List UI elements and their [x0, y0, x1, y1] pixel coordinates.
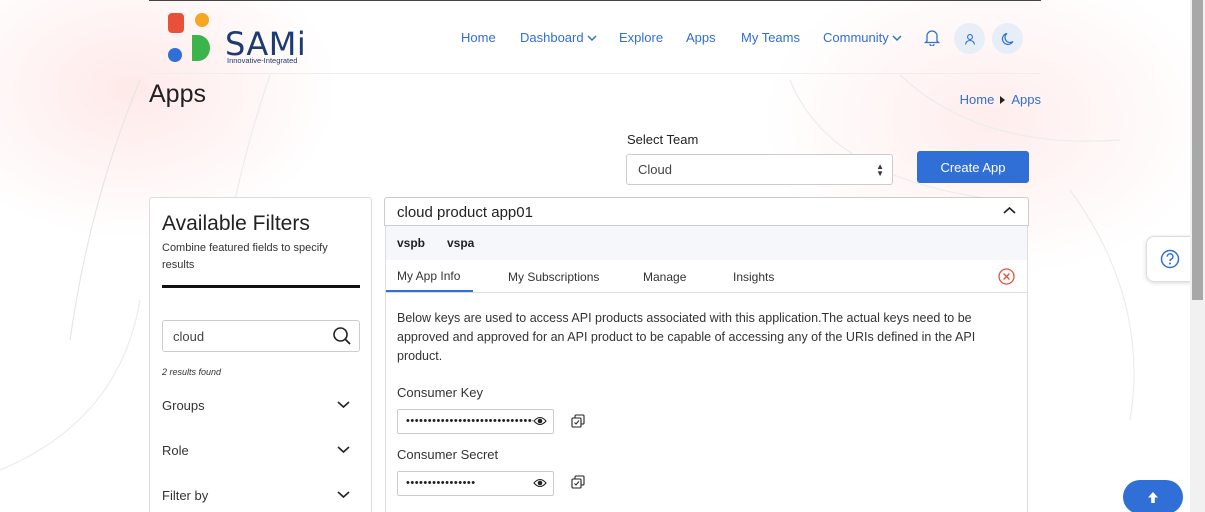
scroll-to-top-button[interactable] — [1123, 480, 1183, 512]
results-count: 2 results found — [162, 367, 222, 377]
scrollbar-thumb[interactable] — [1192, 0, 1203, 300]
app-info-content: Below keys are used to access API produc… — [385, 293, 1028, 512]
facet-groups[interactable]: Groups — [162, 398, 360, 413]
chevron-down-icon — [337, 401, 350, 409]
user-icon — [964, 33, 975, 45]
select-team-label: Select Team — [627, 132, 699, 147]
subtab-vspb[interactable]: vspb — [397, 236, 425, 250]
top-navbar: SAMi Innovative-Integrated Home Dashboar… — [149, 1, 1041, 74]
nav-dashboard[interactable]: Dashboard — [520, 30, 597, 45]
team-select-value: Cloud — [638, 162, 672, 177]
select-arrows-icon: ▲ ▼ — [876, 162, 884, 178]
create-app-button[interactable]: Create App — [917, 151, 1029, 183]
brand-tagline: Innovative-Integrated — [227, 56, 298, 65]
nav-my-teams[interactable]: My Teams — [741, 30, 800, 45]
consumer-secret-label: Consumer Secret — [397, 447, 499, 462]
help-button[interactable] — [1146, 236, 1193, 282]
caret-right-icon — [1000, 95, 1006, 104]
consumer-secret-field[interactable]: •••••••••••••••• — [397, 471, 554, 496]
app-name: cloud product app01 — [397, 204, 533, 221]
eye-icon[interactable] — [533, 477, 547, 489]
keys-description: Below keys are used to access API produc… — [397, 311, 976, 363]
bell-icon — [923, 30, 941, 47]
moon-icon — [1001, 32, 1014, 45]
chevron-down-icon — [892, 34, 902, 41]
nav-community-label: Community — [823, 30, 889, 45]
copy-icon[interactable] — [571, 475, 585, 489]
facet-groups-label: Groups — [162, 398, 205, 413]
product-subtabs: vspb vspa — [385, 226, 1028, 260]
filter-search-input[interactable]: cloud — [162, 320, 360, 352]
consumer-secret-value: •••••••••••••••• — [406, 477, 476, 489]
tab-manage[interactable]: Manage — [643, 270, 686, 284]
chevron-down-icon — [337, 491, 350, 499]
nav-home[interactable]: Home — [461, 30, 496, 45]
sami-logo-icon — [168, 13, 210, 62]
tab-my-app-info[interactable]: My App Info — [397, 269, 460, 283]
nav-apps-label: Apps — [686, 30, 716, 45]
chevron-down-icon — [587, 34, 597, 41]
filter-search-value: cloud — [173, 329, 205, 344]
nav-home-label: Home — [461, 30, 496, 45]
theme-toggle-button[interactable] — [992, 23, 1023, 54]
copy-icon[interactable] — [571, 414, 585, 428]
consumer-key-field[interactable]: •••••••••••••••••••••••••••••• — [397, 409, 554, 434]
app-tabs: My App Info My Subscriptions Manage Insi… — [385, 260, 1028, 293]
nav-community[interactable]: Community — [823, 30, 902, 45]
breadcrumb-apps[interactable]: Apps — [1011, 92, 1041, 107]
filters-panel: Available Filters Combine featured field… — [149, 197, 372, 512]
eye-icon[interactable] — [533, 415, 547, 427]
filters-divider — [162, 285, 360, 288]
filters-title: Available Filters — [162, 212, 310, 235]
consumer-key-label: Consumer Key — [397, 385, 483, 400]
team-select[interactable]: Cloud ▲ ▼ — [626, 154, 893, 185]
tab-insights[interactable]: Insights — [733, 270, 774, 284]
consumer-key-value: •••••••••••••••••••••••••••••• — [406, 415, 537, 427]
facet-role[interactable]: Role — [162, 443, 360, 458]
nav-explore[interactable]: Explore — [619, 30, 663, 45]
arrow-up-icon — [1148, 491, 1158, 503]
search-icon[interactable] — [332, 326, 352, 346]
facet-filter-by-label: Filter by — [162, 488, 209, 503]
brand-logo[interactable]: SAMi Innovative-Integrated — [167, 11, 317, 67]
active-tab-indicator — [386, 290, 473, 292]
subtab-vspa[interactable]: vspa — [447, 236, 474, 250]
chevron-up-icon[interactable] — [1003, 206, 1016, 215]
nav-my-teams-label: My Teams — [741, 30, 800, 45]
page-title: Apps — [149, 80, 206, 108]
nav-explore-label: Explore — [619, 30, 664, 45]
facet-filter-by[interactable]: Filter by — [162, 488, 360, 503]
tab-my-subscriptions[interactable]: My Subscriptions — [508, 270, 599, 284]
notifications-button[interactable] — [923, 29, 941, 51]
nav-dashboard-label: Dashboard — [520, 30, 584, 45]
app-accordion-header[interactable]: cloud product app01 — [384, 197, 1029, 226]
breadcrumb: Home Apps — [960, 92, 1041, 107]
page-scrollbar[interactable] — [1190, 0, 1205, 512]
filters-subtitle: Combine featured fields to specify resul… — [162, 242, 328, 271]
facet-role-label: Role — [162, 443, 189, 458]
chevron-down-icon — [337, 446, 350, 454]
user-profile-button[interactable] — [954, 23, 985, 54]
close-icon[interactable] — [998, 268, 1015, 285]
breadcrumb-home[interactable]: Home — [960, 92, 995, 107]
question-icon — [1160, 249, 1179, 269]
nav-apps[interactable]: Apps — [686, 30, 716, 45]
